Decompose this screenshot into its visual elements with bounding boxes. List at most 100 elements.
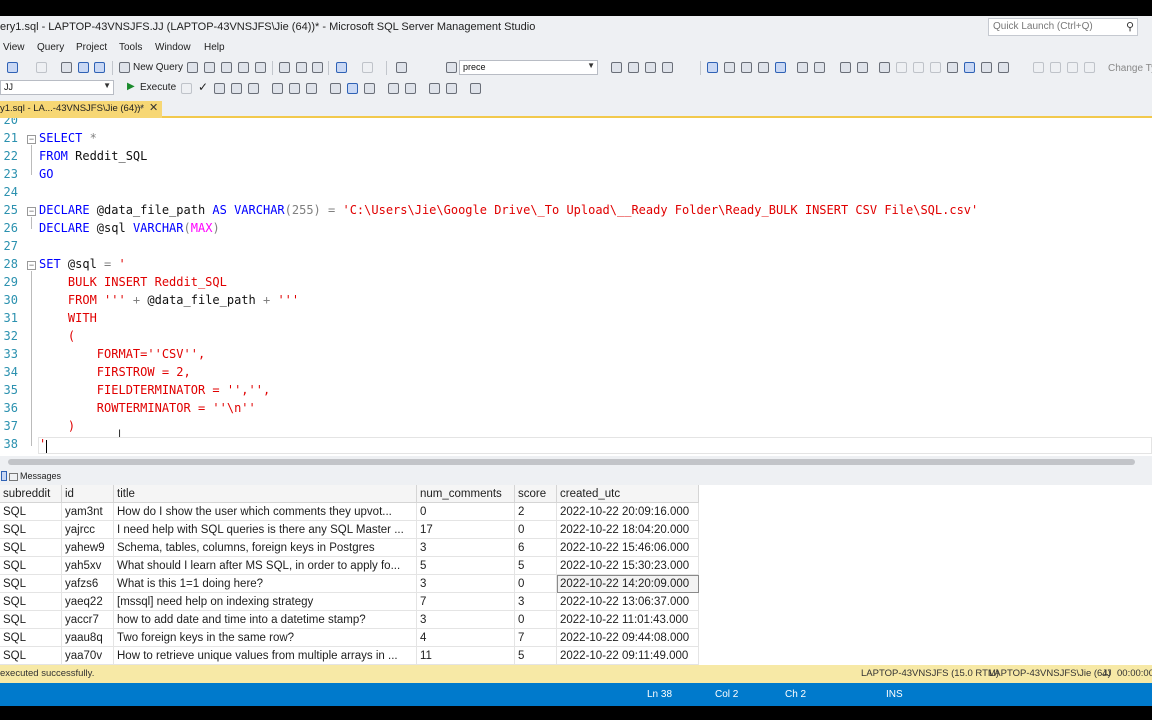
properties-icon[interactable] — [611, 62, 622, 73]
cell-score[interactable]: 2 — [514, 502, 557, 521]
cell-id[interactable]: yam3nt — [61, 502, 114, 521]
table-icon[interactable] — [1067, 62, 1078, 73]
menu-view[interactable]: View — [3, 42, 25, 53]
table-row[interactable]: SQL yaau8q Two foreign keys in the same ro… — [0, 628, 699, 647]
column-header-title[interactable]: title — [113, 485, 417, 503]
include-plan-icon[interactable] — [272, 83, 283, 94]
intellisense-icon[interactable] — [248, 83, 259, 94]
toolbox-icon[interactable] — [645, 62, 656, 73]
outdent-icon[interactable] — [724, 62, 735, 73]
cell-created-utc[interactable]: 2022-10-22 14:20:09.000 — [556, 574, 699, 593]
activity-icon[interactable] — [964, 62, 975, 73]
table-row[interactable]: SQL yajrcc I need help with SQL queries is… — [0, 520, 699, 539]
window-icon[interactable] — [662, 62, 673, 73]
code-editor[interactable]: 20 21 22 23 24 25 26 27 28 29 30 31 32 3… — [0, 118, 1152, 456]
database-combo[interactable]: JJ ▼ — [0, 80, 114, 95]
cell-title[interactable]: [mssql] need help on indexing strategy — [113, 592, 417, 611]
cell-score[interactable]: 5 — [514, 646, 557, 665]
copy-icon[interactable] — [296, 62, 307, 73]
cell-created-utc[interactable]: 2022-10-22 09:11:49.000 — [556, 646, 699, 665]
results-to-text-icon[interactable] — [330, 83, 341, 94]
cell-num-comments[interactable]: 4 — [416, 628, 515, 647]
cell-score[interactable]: 0 — [514, 610, 557, 629]
save-icon[interactable] — [78, 62, 89, 73]
xmla-query-icon[interactable] — [238, 62, 249, 73]
tools-icon[interactable] — [628, 62, 639, 73]
cell-title[interactable]: What is this 1=1 doing here? — [113, 574, 417, 593]
cell-title[interactable]: how to add date and time into a datetime… — [113, 610, 417, 629]
cell-id[interactable]: yafzs6 — [61, 574, 114, 593]
column-header-score[interactable]: score — [514, 485, 557, 503]
cell-id[interactable]: yah5xv — [61, 556, 114, 575]
table-row[interactable]: SQL yam3nt How do I show the user which co… — [0, 502, 699, 521]
menu-tools[interactable]: Tools — [119, 42, 142, 53]
save-all-icon[interactable] — [94, 62, 105, 73]
layout-icon[interactable] — [1033, 62, 1044, 73]
table-row[interactable]: SQL yaccr7 how to add date and time into a… — [0, 610, 699, 629]
cell-title[interactable]: How to retrieve unique values from multi… — [113, 646, 417, 665]
cell-score[interactable]: 5 — [514, 556, 557, 575]
cell-num-comments[interactable]: 3 — [416, 538, 515, 557]
format-icon[interactable] — [775, 62, 786, 73]
indent-icon[interactable] — [707, 62, 718, 73]
cell-score[interactable]: 6 — [514, 538, 557, 557]
quick-launch-input[interactable]: Quick Launch (Ctrl+Q) ⚲ — [988, 18, 1138, 36]
cell-num-comments[interactable]: 7 — [416, 592, 515, 611]
cell-id[interactable]: yaa70v — [61, 646, 114, 665]
parse-icon[interactable]: ✓ — [198, 80, 208, 94]
forward-icon[interactable] — [36, 62, 47, 73]
cell-created-utc[interactable]: 2022-10-22 20:09:16.000 — [556, 502, 699, 521]
cell-created-utc[interactable]: 2022-10-22 18:04:20.000 — [556, 520, 699, 539]
database-query-icon[interactable] — [187, 62, 198, 73]
cell-created-utc[interactable]: 2022-10-22 13:06:37.000 — [556, 592, 699, 611]
cell-num-comments[interactable]: 17 — [416, 520, 515, 539]
align-left-icon[interactable] — [797, 62, 808, 73]
cell-score[interactable]: 3 — [514, 592, 557, 611]
results-to-file-icon[interactable] — [364, 83, 375, 94]
menu-project[interactable]: Project — [76, 42, 107, 53]
menu-help[interactable]: Help — [204, 42, 225, 53]
cell-id[interactable]: yaccr7 — [61, 610, 114, 629]
table-row[interactable]: SQL yaeq22 [mssql] need help on indexing s… — [0, 592, 699, 611]
column-header-num-comments[interactable]: num_comments — [416, 485, 515, 503]
cancel-query-icon[interactable] — [181, 83, 192, 94]
change-type-button[interactable]: Change Typ — [1108, 63, 1152, 74]
column-header-subreddit[interactable]: subreddit — [0, 485, 62, 503]
sql-icon[interactable] — [1050, 62, 1061, 73]
uncomment-icon[interactable] — [758, 62, 769, 73]
table-row[interactable]: SQL yah5xv What should I learn after MS SQ… — [0, 556, 699, 575]
das-query-icon[interactable] — [255, 62, 266, 73]
decrease-indent-icon[interactable] — [429, 83, 440, 94]
execute-button[interactable]: Execute — [140, 82, 176, 93]
cell-score[interactable]: 0 — [514, 520, 557, 539]
bookmark-icon[interactable] — [879, 62, 890, 73]
cell-subreddit[interactable]: SQL — [0, 502, 62, 521]
column-header-created-utc[interactable]: created_utc — [556, 485, 699, 503]
collapse-icon[interactable]: − — [27, 135, 36, 144]
cell-id[interactable]: yaau8q — [61, 628, 114, 647]
decrease-indent-icon[interactable] — [857, 62, 868, 73]
open-folder-icon[interactable] — [61, 62, 72, 73]
cell-id[interactable]: yahew9 — [61, 538, 114, 557]
uncomment-lines-icon[interactable] — [405, 83, 416, 94]
client-stats-icon[interactable] — [306, 83, 317, 94]
comment-out-icon[interactable] — [388, 83, 399, 94]
new-query-icon[interactable] — [119, 62, 130, 73]
cell-created-utc[interactable]: 2022-10-22 09:44:08.000 — [556, 628, 699, 647]
close-icon[interactable]: ✕ — [149, 101, 158, 114]
results-grid[interactable]: subreddit id title num_comments score cr… — [0, 485, 1152, 665]
cell-num-comments[interactable]: 5 — [416, 556, 515, 575]
collapse-icon[interactable]: − — [27, 261, 36, 270]
pin-icon[interactable]: ⇾ — [136, 102, 144, 113]
specify-values-icon[interactable] — [470, 83, 481, 94]
bookmark-window-icon[interactable] — [947, 62, 958, 73]
tab-messages[interactable]: Messages — [9, 471, 61, 481]
undo-icon[interactable] — [336, 62, 347, 73]
increase-indent-icon[interactable] — [446, 83, 457, 94]
increase-indent-icon[interactable] — [840, 62, 851, 73]
table-row[interactable]: SQL yaa70v How to retrieve unique values f… — [0, 646, 699, 665]
cell-subreddit[interactable]: SQL — [0, 592, 62, 611]
align-right-icon[interactable] — [814, 62, 825, 73]
column-header-id[interactable]: id — [61, 485, 114, 503]
cell-num-comments[interactable]: 3 — [416, 610, 515, 629]
